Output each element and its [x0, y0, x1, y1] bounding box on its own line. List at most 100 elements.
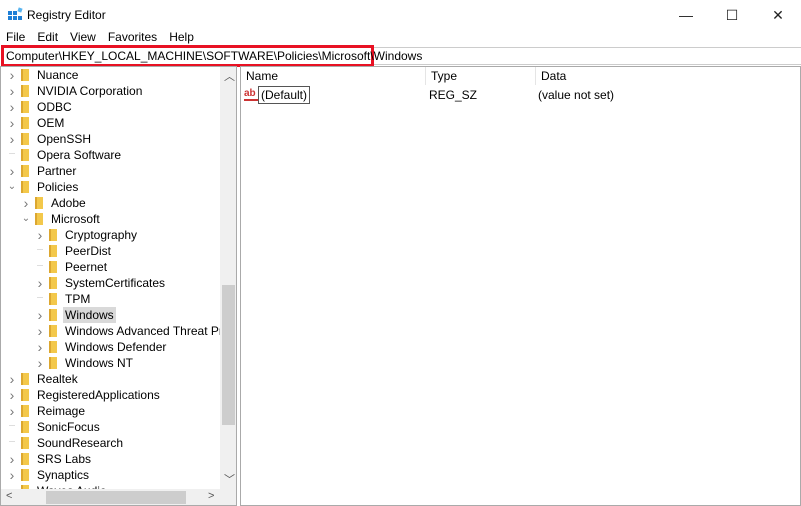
folder-icon	[21, 85, 29, 97]
chevron-right-icon[interactable]: ›	[7, 403, 17, 419]
tree-item[interactable]: ⌄ Microsoft	[1, 211, 220, 227]
folder-icon	[21, 421, 29, 433]
tree-item-label: Cryptography	[65, 228, 138, 242]
tree-vertical-scrollbar[interactable]: ︿ ﹀	[220, 67, 236, 489]
column-header-data[interactable]: Data	[536, 67, 801, 85]
chevron-right-icon[interactable]: ›	[35, 339, 45, 355]
tree-item[interactable]: › NVIDIA Corporation	[1, 83, 220, 99]
tree-item-label: PeerDist	[65, 244, 112, 258]
tree-horizontal-scroll-thumb[interactable]	[46, 491, 186, 504]
menu-file[interactable]: File	[0, 28, 31, 46]
tree-item[interactable]: › Partner	[1, 163, 220, 179]
folder-icon	[21, 181, 29, 193]
scroll-left-icon[interactable]: <	[6, 490, 12, 502]
chevron-right-icon[interactable]: ›	[35, 307, 45, 323]
tree-item[interactable]: › SRS Labs	[1, 451, 220, 467]
folder-icon	[49, 245, 57, 257]
tree-item[interactable]: ┄ SoundResearch	[1, 435, 220, 451]
close-button[interactable]: ✕	[755, 0, 801, 30]
value-data: (value not set)	[538, 88, 615, 102]
tree-item[interactable]: › ODBC	[1, 99, 220, 115]
tree-item[interactable]: › OEM	[1, 115, 220, 131]
tree-item[interactable]: › SystemCertificates	[1, 275, 220, 291]
column-header-name[interactable]: Name	[241, 67, 426, 85]
scroll-down-icon[interactable]: ﹀	[224, 471, 235, 487]
tree-item[interactable]: ┄ Opera Software	[1, 147, 220, 163]
chevron-right-icon[interactable]: ›	[7, 83, 17, 99]
tree-item[interactable]: ┄ TPM	[1, 291, 220, 307]
menu-view[interactable]: View	[64, 28, 102, 46]
chevron-down-icon[interactable]: ⌄	[21, 211, 31, 227]
scroll-right-icon[interactable]: >	[208, 490, 214, 502]
tree-item[interactable]: › Windows	[1, 307, 220, 323]
menu-edit[interactable]: Edit	[31, 28, 64, 46]
tree-item[interactable]: › Adobe	[1, 195, 220, 211]
tree-item[interactable]: ┄ Peernet	[1, 259, 220, 275]
tree-item-label: Nuance	[37, 68, 79, 82]
minimize-button[interactable]: —	[663, 0, 709, 30]
title-bar: Registry Editor — ☐ ✕	[0, 0, 801, 30]
chevron-right-icon[interactable]: ›	[7, 131, 17, 147]
tree-line-icon: ┄	[36, 245, 44, 256]
folder-icon	[21, 437, 29, 449]
address-bar-extension[interactable]	[374, 47, 801, 65]
tree-item-label: SoundResearch	[37, 436, 124, 450]
chevron-right-icon[interactable]: ›	[35, 275, 45, 291]
menu-favorites[interactable]: Favorites	[102, 28, 163, 46]
scroll-up-icon[interactable]: ︿	[224, 68, 235, 84]
registry-editor-icon	[8, 7, 23, 20]
tree-line-icon: ┄	[8, 421, 16, 432]
tree-item[interactable]: › Reimage	[1, 403, 220, 419]
folder-icon	[21, 101, 29, 113]
chevron-right-icon[interactable]: ›	[7, 67, 17, 83]
chevron-right-icon[interactable]: ›	[7, 387, 17, 403]
tree-line-icon: ┄	[36, 261, 44, 272]
chevron-right-icon[interactable]: ›	[7, 115, 17, 131]
tree-item-label: Policies	[37, 180, 79, 194]
value-type: REG_SZ	[429, 88, 478, 102]
tree-item[interactable]: › Windows Defender	[1, 339, 220, 355]
tree-item-label: RegisteredApplications	[37, 388, 160, 402]
chevron-right-icon[interactable]: ›	[35, 227, 45, 243]
tree-item-label: Windows NT	[65, 356, 134, 370]
chevron-right-icon[interactable]: ›	[7, 163, 17, 179]
tree-item[interactable]: ⌄ Policies	[1, 179, 220, 195]
maximize-button[interactable]: ☐	[709, 0, 755, 30]
folder-icon	[21, 165, 29, 177]
tree-item[interactable]: ┄ PeerDist	[1, 243, 220, 259]
chevron-down-icon[interactable]: ⌄	[7, 179, 17, 195]
tree-item[interactable]: › OpenSSH	[1, 131, 220, 147]
column-header-type[interactable]: Type	[426, 67, 536, 85]
chevron-right-icon[interactable]: ›	[21, 195, 31, 211]
tree-item[interactable]: ┄ SonicFocus	[1, 419, 220, 435]
chevron-right-icon[interactable]: ›	[7, 99, 17, 115]
tree-item[interactable]: › Cryptography	[1, 227, 220, 243]
tree-item-label: Reimage	[37, 404, 86, 418]
chevron-right-icon[interactable]: ›	[7, 371, 17, 387]
tree-horizontal-scrollbar[interactable]: < >	[1, 489, 236, 505]
chevron-right-icon[interactable]: ›	[35, 323, 45, 339]
tree-vertical-scroll-thumb[interactable]	[222, 285, 235, 425]
tree-item-label: Realtek	[37, 372, 78, 386]
folder-icon	[21, 405, 29, 417]
tree-item[interactable]: › Nuance	[1, 67, 220, 83]
tree-item[interactable]: › Realtek	[1, 371, 220, 387]
tree-item[interactable]: › Synaptics	[1, 467, 220, 483]
tree-item-label: SonicFocus	[37, 420, 100, 434]
folder-icon	[21, 453, 29, 465]
tree-item[interactable]: › Windows Advanced Threat Protection	[1, 323, 236, 339]
tree-item-label: Synaptics	[37, 468, 90, 482]
chevron-right-icon[interactable]: ›	[35, 355, 45, 371]
value-name[interactable]: (Default)	[258, 86, 311, 104]
menu-help[interactable]: Help	[163, 28, 200, 46]
chevron-right-icon[interactable]: ›	[7, 451, 17, 467]
address-bar[interactable]: Computer\HKEY_LOCAL_MACHINE\SOFTWARE\Pol…	[1, 45, 422, 67]
tree-item-label: Partner	[37, 164, 77, 178]
tree-item-label: Windows Advanced Threat Protection	[65, 324, 236, 338]
folder-icon	[35, 197, 43, 209]
tree-item[interactable]: › Windows NT	[1, 355, 220, 371]
chevron-right-icon[interactable]: ›	[7, 467, 17, 483]
tree-item-label: ODBC	[37, 100, 72, 114]
tree-item[interactable]: › RegisteredApplications	[1, 387, 220, 403]
tree-line-icon: ┄	[8, 149, 16, 160]
